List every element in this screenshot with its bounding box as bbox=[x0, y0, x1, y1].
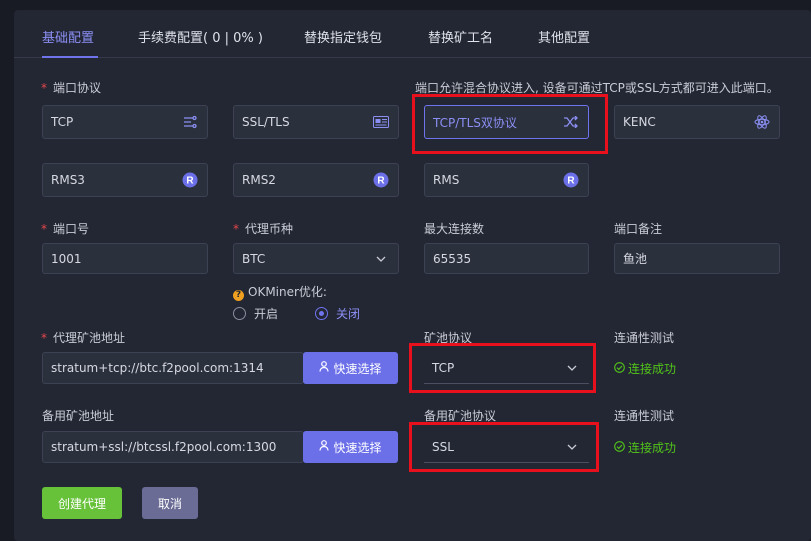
connectivity-label: 连通性测试 bbox=[614, 331, 675, 345]
required-mark: * bbox=[233, 222, 239, 236]
check-circle-icon bbox=[614, 440, 625, 455]
backup-quick-select-button[interactable]: 快速选择 bbox=[303, 431, 398, 463]
shuffle-icon bbox=[563, 114, 579, 130]
config-panel: 基础配置 手续费配置( 0 | 0% ) 替换指定钱包 替换矿工名 其他配置 *… bbox=[14, 10, 811, 541]
max-connections-label: 最大连接数 bbox=[424, 222, 485, 236]
tab-fee-config[interactable]: 手续费配置( 0 | 0% ) bbox=[138, 27, 263, 46]
required-mark: * bbox=[41, 331, 47, 345]
user-icon bbox=[319, 361, 330, 375]
okminer-radio-off[interactable]: 关闭 bbox=[315, 305, 360, 322]
proxy-coin-label: * 代理币种 bbox=[233, 222, 294, 236]
proxy-coin-select[interactable]: BTC bbox=[233, 243, 399, 274]
help-icon: ? bbox=[233, 289, 244, 301]
rms-icon: R bbox=[373, 172, 389, 188]
protocol-option-rms3[interactable]: RMS3 R bbox=[42, 163, 208, 197]
tab-replace-miner-name[interactable]: 替换矿工名 bbox=[428, 27, 493, 46]
pool-address-input[interactable]: stratum+tcp://btc.f2pool.com:1314 bbox=[42, 352, 304, 384]
protocol-option-ssl-tls[interactable]: SSL/TLS bbox=[233, 105, 399, 139]
quick-select-button[interactable]: 快速选择 bbox=[303, 352, 398, 384]
rms-icon: R bbox=[182, 172, 198, 188]
chevron-down-icon bbox=[564, 360, 580, 376]
svg-text:R: R bbox=[567, 176, 575, 187]
radio-circle bbox=[233, 307, 246, 320]
required-mark: * bbox=[41, 81, 47, 95]
user-icon bbox=[319, 440, 330, 454]
pool-protocol-label: 矿池协议 bbox=[424, 331, 473, 345]
rms-icon: R bbox=[563, 172, 579, 188]
port-note-label: 端口备注 bbox=[614, 222, 663, 236]
svg-text:R: R bbox=[186, 176, 194, 187]
check-circle-icon bbox=[614, 361, 625, 376]
backup-pool-protocol-select[interactable]: SSL bbox=[424, 431, 589, 463]
backup-pool-address-input[interactable]: stratum+ssl://btcssl.f2pool.com:1300 bbox=[42, 431, 304, 463]
tab-basic-config[interactable]: 基础配置 bbox=[42, 27, 94, 46]
backup-pool-address-label: 备用矿池地址 bbox=[42, 409, 115, 423]
atom-icon bbox=[754, 114, 770, 130]
okminer-radio-on[interactable]: 开启 bbox=[233, 305, 278, 322]
pool-address-label: * 代理矿池地址 bbox=[41, 331, 126, 345]
protocol-option-tcp-tls-dual[interactable]: TCP/TLS双协议 bbox=[424, 105, 589, 139]
radio-circle bbox=[315, 307, 328, 320]
cancel-button[interactable]: 取消 bbox=[142, 487, 198, 519]
certificate-icon bbox=[373, 114, 389, 130]
port-number-input[interactable]: 1001 bbox=[42, 243, 208, 274]
required-mark: * bbox=[41, 222, 47, 236]
protocol-option-rms2[interactable]: RMS2 R bbox=[233, 163, 399, 197]
backup-connectivity-status: 连接成功 bbox=[614, 439, 676, 456]
port-protocol-label: * 端口协议 bbox=[41, 81, 102, 95]
tab-bar: 基础配置 手续费配置( 0 | 0% ) 替换指定钱包 替换矿工名 其他配置 bbox=[14, 10, 811, 58]
port-number-label: * 端口号 bbox=[41, 222, 90, 236]
tab-replace-wallet[interactable]: 替换指定钱包 bbox=[304, 27, 382, 46]
svg-text:R: R bbox=[377, 176, 385, 187]
pool-protocol-select[interactable]: TCP bbox=[424, 352, 589, 384]
connectivity-status: 连接成功 bbox=[614, 360, 676, 377]
tab-other-config[interactable]: 其他配置 bbox=[538, 27, 590, 46]
chevron-down-icon bbox=[564, 439, 580, 455]
flow-icon bbox=[182, 114, 198, 130]
protocol-option-tcp[interactable]: TCP bbox=[42, 105, 208, 139]
protocol-option-kenc[interactable]: KENC bbox=[614, 105, 780, 139]
port-note-input[interactable]: 鱼池 bbox=[614, 243, 780, 274]
okminer-label: ? OKMiner优化: bbox=[233, 283, 327, 301]
protocol-option-rms[interactable]: RMS R bbox=[424, 163, 589, 197]
backup-pool-protocol-label: 备用矿池协议 bbox=[424, 409, 497, 423]
chevron-down-icon bbox=[373, 251, 389, 267]
active-tab-indicator bbox=[42, 56, 98, 58]
create-proxy-button[interactable]: 创建代理 bbox=[42, 487, 122, 519]
backup-connectivity-label: 连通性测试 bbox=[614, 409, 675, 423]
port-protocol-hint: 端口允许混合协议进入, 设备可通过TCP或SSL方式都可进入此端口。 bbox=[415, 81, 779, 95]
max-connections-input[interactable]: 65535 bbox=[424, 243, 589, 274]
